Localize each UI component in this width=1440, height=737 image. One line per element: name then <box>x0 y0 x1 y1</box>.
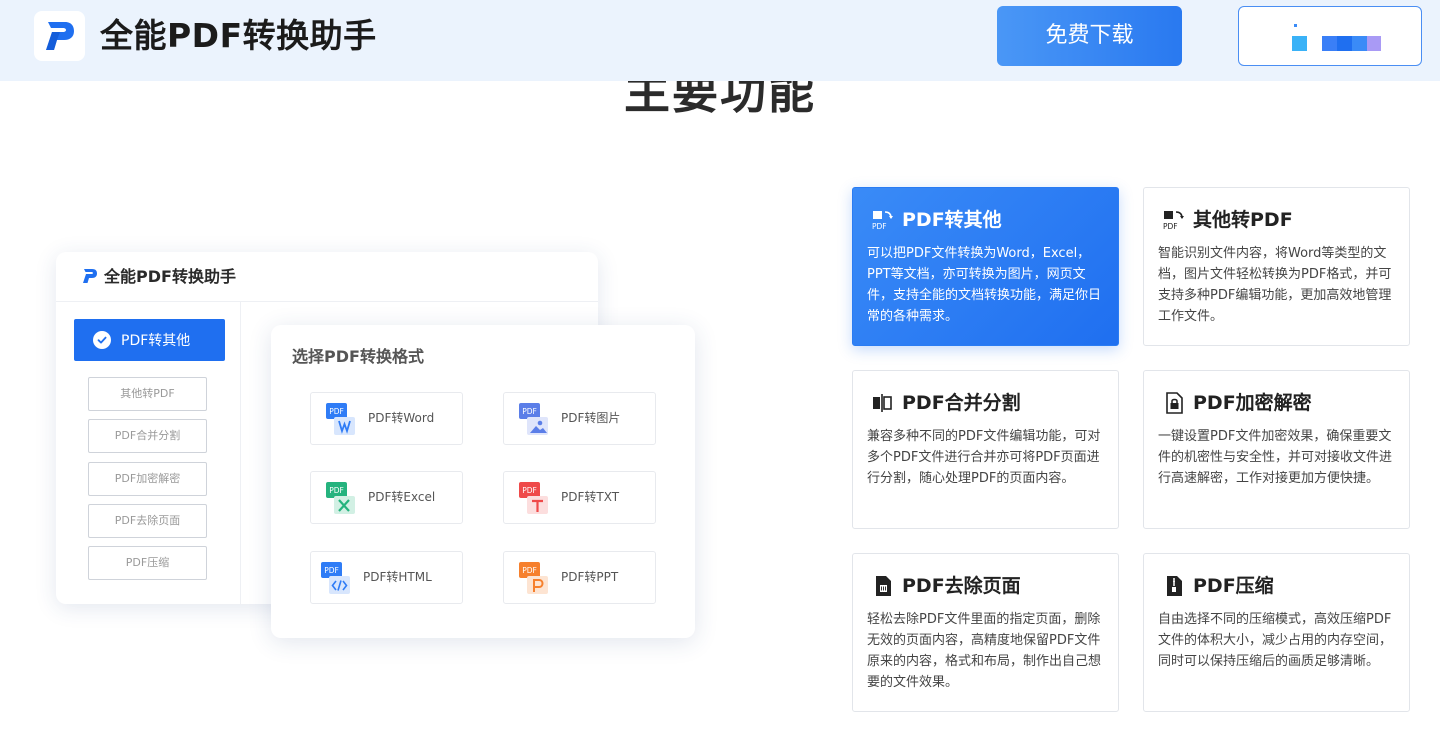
merge-split-icon <box>873 394 892 412</box>
feature-title: PDF加密解密 <box>1193 392 1312 414</box>
feature-card-other-to-pdf[interactable]: PDF 其他转PDF 智能识别文件内容，将Word等类型的文档，图片文件轻松转换… <box>1143 187 1410 346</box>
feature-description: 兼容多种不同的PDF文件编辑功能，可对多个PDF文件进行合并亦可将PDF页面进行… <box>867 429 1101 486</box>
loading-pixel-icon <box>1367 36 1381 51</box>
feature-card-pdf-to-other[interactable]: PDF PDF转其他 可以把PDF文件转换为Word，Excel，PPT等文档，… <box>852 187 1119 346</box>
format-button-image[interactable]: PDF PDF转图片 <box>503 392 656 445</box>
feature-description: 自由选择不同的压缩模式，高效压缩PDF文件的体积大小，减少占用的内存空间，同时可… <box>1158 612 1393 669</box>
mockup-sidebar-item[interactable]: PDF压缩 <box>88 546 207 580</box>
mockup-sidebar-item[interactable]: PDF加密解密 <box>88 462 207 496</box>
ppt-icon: PDF <box>519 562 548 594</box>
svg-text:PDF: PDF <box>522 407 537 416</box>
mockup-titlebar: 全能PDF转换助手 <box>56 252 598 302</box>
other-to-pdf-icon: PDF <box>1163 211 1184 231</box>
svg-text:PDF: PDF <box>1163 222 1178 231</box>
delete-page-icon <box>876 576 891 596</box>
format-select-title: 选择PDF转换格式 <box>292 347 424 366</box>
mockup-logo-icon <box>83 269 97 283</box>
loading-pixel-icon <box>1352 36 1367 51</box>
secondary-button[interactable] <box>1238 6 1422 66</box>
svg-text:PDF: PDF <box>329 486 344 495</box>
format-select-card: 选择PDF转换格式 PDF PDF转Word PDF PDF转图片 PDF PD… <box>271 325 695 638</box>
svg-text:PDF: PDF <box>872 222 887 231</box>
loading-pixel-icon <box>1294 24 1297 27</box>
app-logo[interactable] <box>34 11 85 61</box>
format-button-html[interactable]: PDF PDF转HTML <box>310 551 463 604</box>
feature-card-encrypt-decrypt[interactable]: PDF加密解密 一键设置PDF文件加密效果，确保重要文件的机密性与安全性，并可对… <box>1143 370 1410 529</box>
loading-pixel-icon <box>1337 36 1352 51</box>
txt-icon: PDF <box>519 482 548 514</box>
format-button-txt[interactable]: PDF PDF转TXT <box>503 471 656 524</box>
svg-text:PDF: PDF <box>522 486 537 495</box>
mockup-sidebar-item[interactable]: 其他转PDF <box>88 377 207 411</box>
feature-title: PDF合并分割 <box>902 392 1021 414</box>
feature-card-merge-split[interactable]: PDF合并分割 兼容多种不同的PDF文件编辑功能，可对多个PDF文件进行合并亦可… <box>852 370 1119 529</box>
app-name: 全能PDF转换助手 <box>100 16 377 55</box>
loading-pixel-icon <box>1322 36 1337 51</box>
format-label: PDF转TXT <box>561 490 620 504</box>
format-label: PDF转Excel <box>368 490 436 504</box>
feature-title: PDF转其他 <box>902 209 1002 231</box>
loading-pixel-icon <box>1292 36 1307 51</box>
logo-p-icon <box>45 22 74 50</box>
feature-description: 智能识别文件内容，将Word等类型的文档，图片文件轻松转换为PDF格式，并可支持… <box>1158 246 1392 324</box>
feature-title: PDF去除页面 <box>902 575 1021 597</box>
mockup-sidebar-item-active[interactable]: PDF转其他 <box>74 319 225 361</box>
mockup-sidebar-item-label: PDF转其他 <box>121 333 191 349</box>
mockup-title: 全能PDF转换助手 <box>104 267 236 286</box>
feature-card-compress[interactable]: PDF压缩 自由选择不同的压缩模式，高效压缩PDF文件的体积大小，减少占用的内存… <box>1143 553 1410 712</box>
format-button-ppt[interactable]: PDF PDF转PPT <box>503 551 656 604</box>
format-label: PDF转图片 <box>561 411 621 425</box>
lock-icon <box>1166 392 1183 414</box>
feature-card-delete-page[interactable]: PDF去除页面 轻松去除PDF文件里面的指定页面，删除无效的页面内容，高精度地保… <box>852 553 1119 712</box>
format-button-word[interactable]: PDF PDF转Word <box>310 392 463 445</box>
download-button[interactable]: 免费下载 <box>997 6 1182 66</box>
mockup-sidebar-item[interactable]: PDF合并分割 <box>88 419 207 453</box>
svg-text:PDF: PDF <box>324 566 339 575</box>
format-label: PDF转HTML <box>363 570 432 584</box>
feature-description: 轻松去除PDF文件里面的指定页面，删除无效的页面内容，高精度地保留PDF文件原来… <box>867 612 1102 690</box>
feature-description: 可以把PDF文件转换为Word，Excel，PPT等文档，亦可转换为图片，网页文… <box>867 246 1102 324</box>
pdf-to-other-icon: PDF <box>872 211 893 231</box>
check-icon <box>93 331 111 349</box>
feature-title: 其他转PDF <box>1193 209 1293 231</box>
format-button-excel[interactable]: PDF PDF转Excel <box>310 471 463 524</box>
image-icon: PDF <box>519 403 548 435</box>
svg-text:PDF: PDF <box>329 407 344 416</box>
mockup-sidebar-divider <box>240 302 241 604</box>
html-icon: PDF <box>321 562 350 594</box>
feature-title: PDF压缩 <box>1193 575 1274 597</box>
format-label: PDF转PPT <box>561 570 619 584</box>
word-icon: PDF <box>326 403 355 435</box>
excel-icon: PDF <box>326 482 355 514</box>
mockup-sidebar-item[interactable]: PDF去除页面 <box>88 504 207 538</box>
format-label: PDF转Word <box>368 411 435 425</box>
site-header: 全能PDF转换助手 免费下载 <box>0 0 1440 81</box>
feature-description: 一键设置PDF文件加密效果，确保重要文件的机密性与安全性，并可对接收文件进行高速… <box>1158 429 1393 486</box>
svg-text:PDF: PDF <box>522 566 537 575</box>
compress-icon <box>1167 576 1182 596</box>
